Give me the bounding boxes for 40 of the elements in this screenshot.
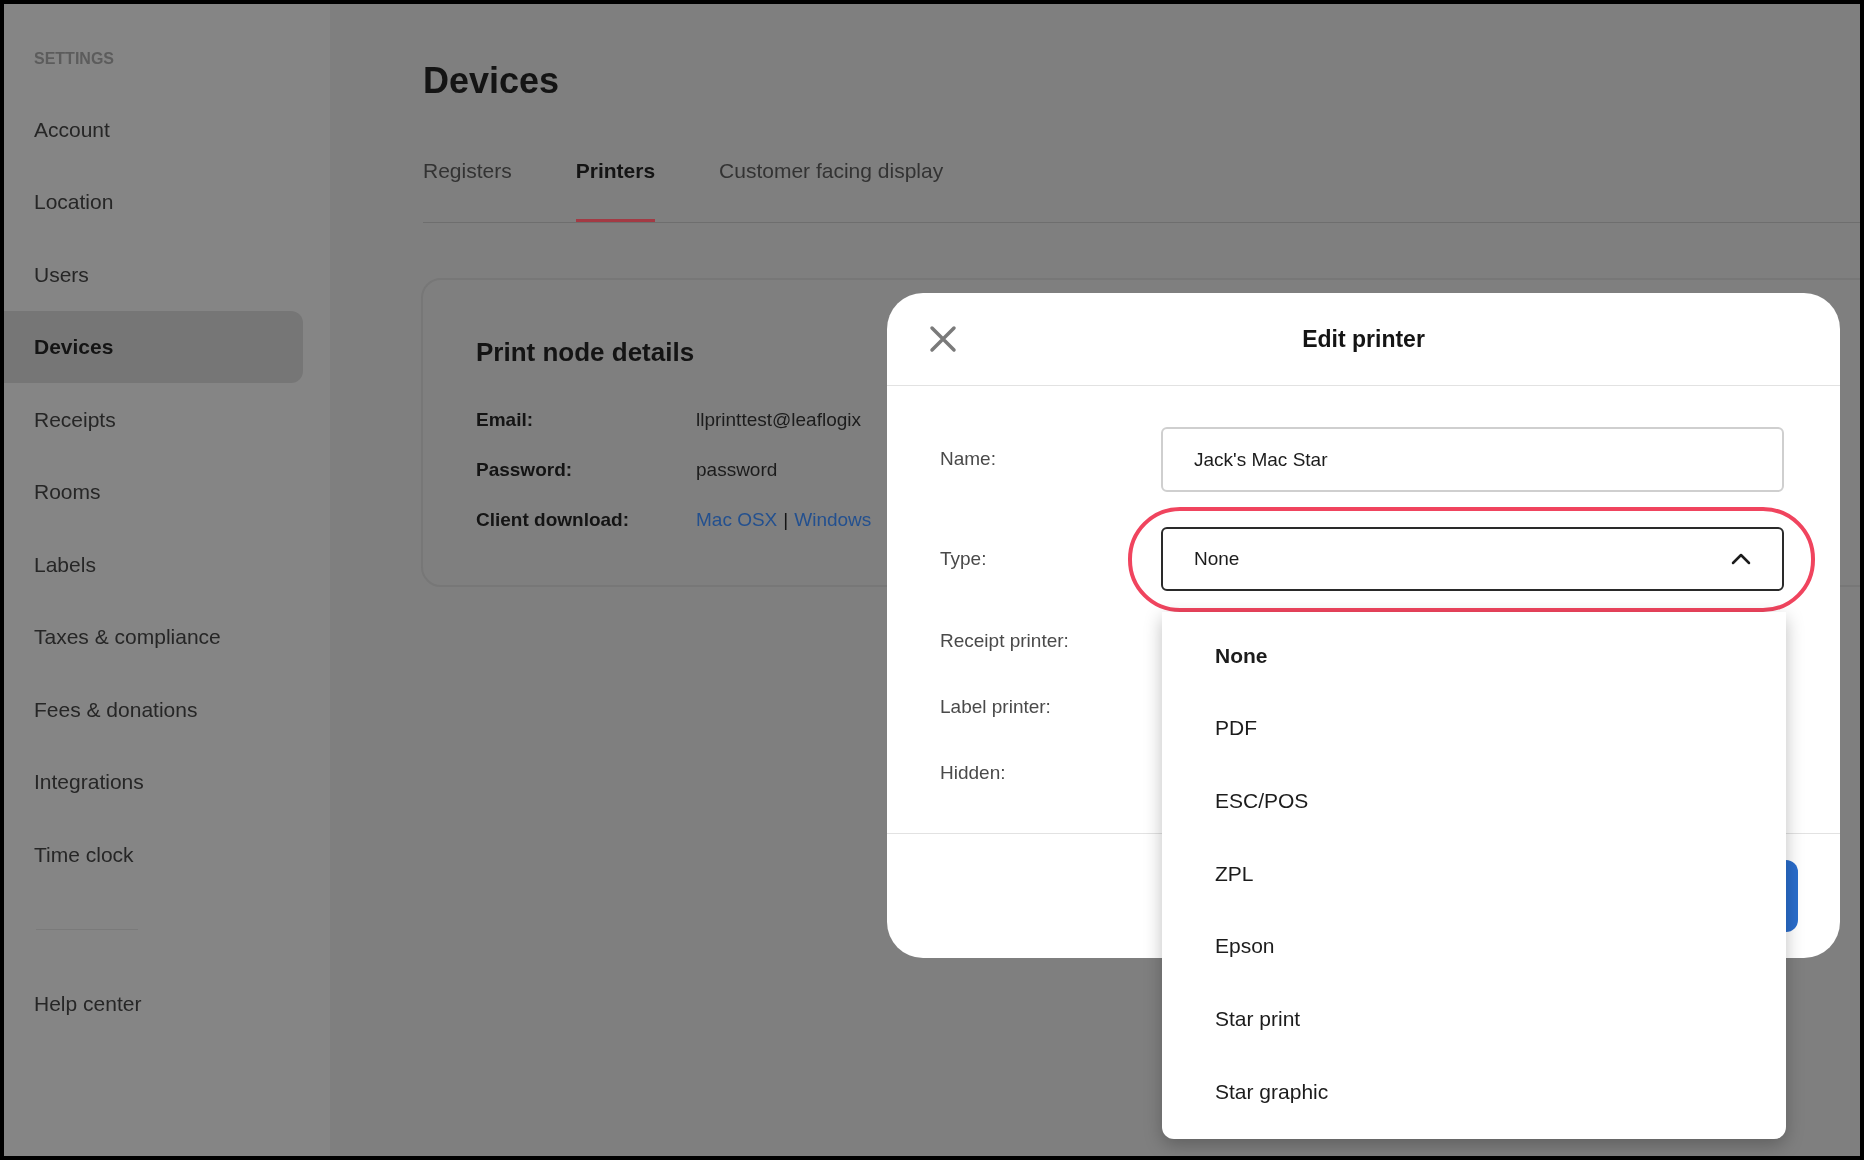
detail-value: password: [696, 457, 778, 482]
name-input-field[interactable]: Jack's Mac Star: [1161, 427, 1784, 492]
detail-label: Password:: [476, 457, 574, 482]
sidebar-item[interactable]: Time clock: [4, 818, 303, 891]
dialog-title: Edit printer: [1302, 324, 1425, 354]
card-title: Print node details: [476, 336, 695, 368]
dropdown-option[interactable]: PDF: [1162, 691, 1786, 765]
dropdown-option[interactable]: ESC/POS: [1162, 764, 1786, 838]
field-label: Type:: [940, 546, 988, 571]
field-label: Receipt printer:: [940, 628, 1070, 653]
dropdown-option[interactable]: Star print: [1162, 982, 1786, 1056]
chevron-icon: [1731, 553, 1751, 565]
detail-label: Email:: [476, 407, 535, 432]
dropdown-option[interactable]: ZPL: [1162, 837, 1786, 910]
sidebar-item[interactable]: Account: [4, 93, 303, 166]
sidebar-item[interactable]: Users: [4, 238, 303, 311]
field-label: Hidden:: [940, 760, 1007, 785]
dropdown-option[interactable]: Epson: [1162, 909, 1786, 983]
sidebar-item[interactable]: Integrations: [4, 745, 303, 818]
field-label: Label printer:: [940, 694, 1052, 719]
tab[interactable]: Printers: [575, 130, 656, 222]
sidebar-item[interactable]: Location: [4, 165, 303, 238]
help-link[interactable]: Help center: [4, 967, 303, 1040]
sidebar-item[interactable]: Taxes & compliance: [4, 600, 303, 673]
tab[interactable]: Registers: [423, 130, 512, 222]
field-label: Name:: [940, 447, 997, 472]
sidebar-item[interactable]: Devices: [4, 310, 303, 383]
dropdown-option[interactable]: Star graphic: [1162, 1055, 1786, 1128]
dropdown-option[interactable]: None: [1162, 619, 1786, 692]
sidebar-item[interactable]: Fees & donations: [4, 673, 303, 746]
detail-label: Client download:: [476, 507, 631, 532]
sidebar-item[interactable]: Labels: [4, 528, 303, 601]
link-separator: |: [783, 507, 789, 532]
detail-value: llprinttest@leaflogix: [696, 407, 862, 432]
sidebar-item[interactable]: Receipts: [4, 383, 303, 456]
type-select[interactable]: None: [1161, 527, 1784, 591]
tab[interactable]: Customer facing display: [719, 130, 944, 222]
close-icon[interactable]: [927, 323, 959, 355]
sidebar-item[interactable]: Rooms: [4, 455, 303, 528]
page-title: Devices: [423, 59, 561, 103]
